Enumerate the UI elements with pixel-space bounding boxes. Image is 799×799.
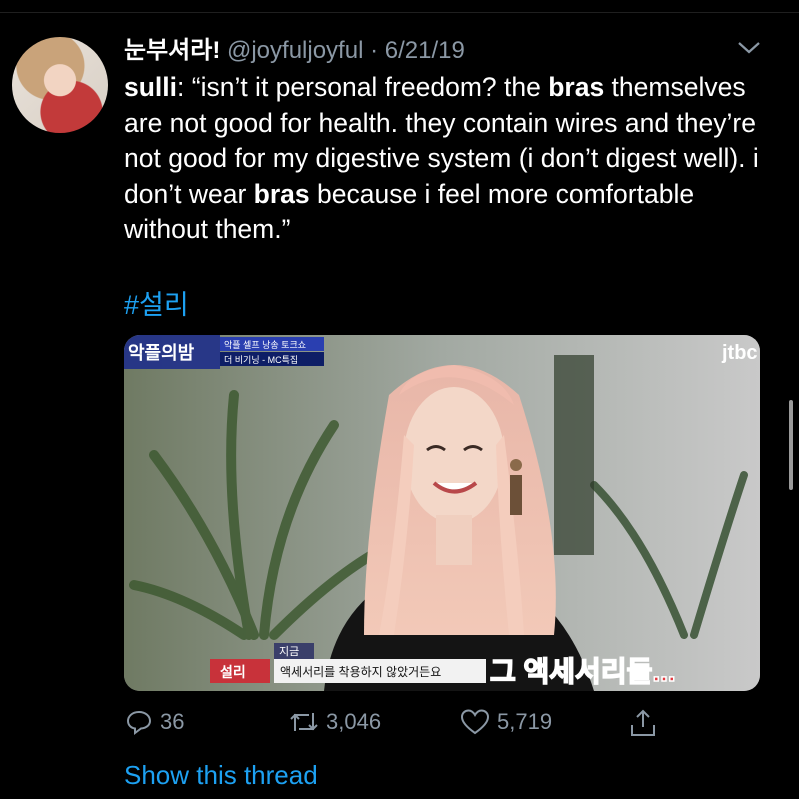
retweet-icon <box>290 713 318 731</box>
big-caption: 그 액세서리들... <box>490 656 676 687</box>
reply-count: 36 <box>160 709 185 734</box>
tweet-date[interactable]: 6/21/19 <box>385 37 465 64</box>
name-tag: 설리 <box>220 664 246 680</box>
share-button[interactable] <box>628 707 664 739</box>
channel-logo: jtbc <box>721 342 758 364</box>
now-label: 지금 <box>279 645 299 658</box>
scrollbar[interactable] <box>789 400 793 490</box>
show-logo: 악플의밤 <box>128 343 195 363</box>
highlight-word: bras <box>253 178 310 209</box>
reply-icon <box>126 710 152 735</box>
tweet-actions: 36 3,046 5,719 <box>124 707 764 743</box>
highlight-word: bras <box>548 72 605 102</box>
speaker-name: sulli <box>124 72 178 102</box>
reply-button[interactable]: 36 <box>124 707 184 737</box>
tweet-text: sulli: “isn’t it personal freedom? the b… <box>124 70 774 248</box>
divider <box>0 12 799 13</box>
chevron-down-icon[interactable] <box>734 36 764 60</box>
avatar[interactable] <box>12 37 108 133</box>
text-part: : “isn’t it personal freedom? the <box>177 72 549 102</box>
show-subtitle-2: 더 비기닝 - MC특집 <box>224 354 298 365</box>
retweet-button[interactable]: 3,046 <box>288 707 381 737</box>
show-subtitle-1: 악플 셀프 낭송 토크쇼 <box>224 339 306 350</box>
user-handle[interactable]: @joyfuljoyful <box>227 37 363 64</box>
share-icon <box>631 709 655 736</box>
show-thread-link[interactable]: Show this thread <box>124 760 318 791</box>
display-name[interactable]: 눈부셔라! <box>124 37 220 64</box>
separator: · <box>370 37 379 64</box>
like-count: 5,719 <box>497 709 553 734</box>
retweet-count: 3,046 <box>326 709 382 734</box>
like-icon <box>460 709 490 735</box>
media-image[interactable]: 악플의밤 악플 셀프 낭송 토크쇼 더 비기닝 - MC특집 jtbc 지금 설… <box>124 335 760 691</box>
caption-text: 액세서리를 착용하지 않았거든요 <box>280 665 441 679</box>
like-button[interactable]: 5,719 <box>459 707 552 737</box>
tweet-header: 눈부셔라! @joyfuljoyful · 6/21/19 <box>124 30 465 65</box>
hashtag-link[interactable]: #설리 <box>124 283 189 322</box>
